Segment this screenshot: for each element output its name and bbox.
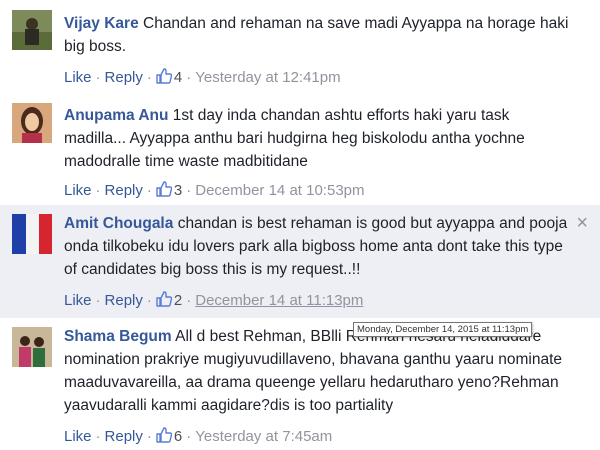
separator: · [186, 182, 192, 199]
comment-author[interactable]: Anupama Anu [64, 107, 168, 124]
separator: · [146, 182, 152, 199]
like-count-value: 2 [173, 292, 183, 309]
thumbs-up-icon [156, 68, 172, 84]
separator: · [95, 428, 101, 445]
comment-text: Chandan and rehaman na save madi Ayyappa… [64, 15, 569, 55]
separator: · [95, 69, 101, 86]
separator: · [186, 292, 192, 309]
comment-body: Shama Begum All d best Rehman, BBlli Reh… [64, 325, 570, 417]
comment-body: Vijay Kare Chandan and rehaman na save m… [64, 12, 570, 58]
comment-actions: Like · Reply · 6 · Yesterday at 7:45am [64, 427, 332, 445]
reply-link[interactable]: Reply [105, 428, 143, 445]
separator: · [146, 69, 152, 86]
thumbs-up-icon [156, 427, 172, 443]
comment-item: Amit Chougala chandan is best rehaman is… [0, 205, 600, 318]
comment-author[interactable]: Vijay Kare [64, 15, 139, 32]
like-count[interactable]: 4 [156, 68, 183, 86]
comment-timestamp[interactable]: December 14 at 11:13pm [195, 292, 363, 309]
reply-link[interactable]: Reply [105, 69, 143, 86]
avatar[interactable] [12, 214, 52, 254]
avatar[interactable] [12, 327, 52, 367]
separator: · [186, 428, 192, 445]
like-count-value: 6 [173, 428, 183, 445]
thumbs-up-icon [156, 181, 172, 197]
like-link[interactable]: Like [64, 428, 92, 445]
comment-actions: Like · Reply · 4 · Yesterday at 12:41pm [64, 68, 341, 86]
like-count-value: 3 [173, 182, 183, 199]
like-link[interactable]: Like [64, 182, 92, 199]
comment-item: Shama Begum All d best Rehman, BBlli Reh… [0, 318, 600, 450]
comment-actions: Like · Reply · 3 · December 14 at 10:53pm [64, 181, 365, 199]
comment-body: Amit Chougala chandan is best rehaman is… [64, 212, 570, 281]
like-count[interactable]: 3 [156, 181, 183, 199]
like-count-value: 4 [173, 69, 183, 86]
comment-timestamp[interactable]: December 14 at 10:53pm [195, 182, 364, 199]
comment-item: Anupama Anu 1st day inda chandan ashtu e… [0, 95, 600, 205]
reply-link[interactable]: Reply [105, 182, 143, 199]
like-link[interactable]: Like [64, 69, 92, 86]
separator: · [146, 292, 152, 309]
like-count[interactable]: 2 [156, 291, 183, 309]
like-count[interactable]: 6 [156, 427, 183, 445]
avatar[interactable] [12, 10, 52, 50]
comment-author[interactable]: Amit Chougala [64, 215, 173, 232]
like-link[interactable]: Like [64, 292, 92, 309]
comment-timestamp[interactable]: Yesterday at 7:45am [195, 428, 332, 445]
separator: · [146, 428, 152, 445]
separator: · [95, 182, 101, 199]
separator: · [186, 69, 192, 86]
comment-author[interactable]: Shama Begum [64, 328, 172, 345]
reply-link[interactable]: Reply [105, 292, 143, 309]
close-icon[interactable]: × [576, 212, 588, 235]
timestamp-tooltip: Monday, December 14, 2015 at 11:13pm [353, 322, 533, 337]
separator: · [95, 292, 101, 309]
comment-body: Anupama Anu 1st day inda chandan ashtu e… [64, 104, 570, 173]
comment-timestamp[interactable]: Yesterday at 12:41pm [195, 69, 340, 86]
thumbs-up-icon [156, 291, 172, 307]
avatar[interactable] [12, 103, 52, 143]
comment-item: Vijay Kare Chandan and rehaman na save m… [0, 0, 600, 95]
comment-actions: Like · Reply · 2 · December 14 at 11:13pm [64, 291, 363, 309]
